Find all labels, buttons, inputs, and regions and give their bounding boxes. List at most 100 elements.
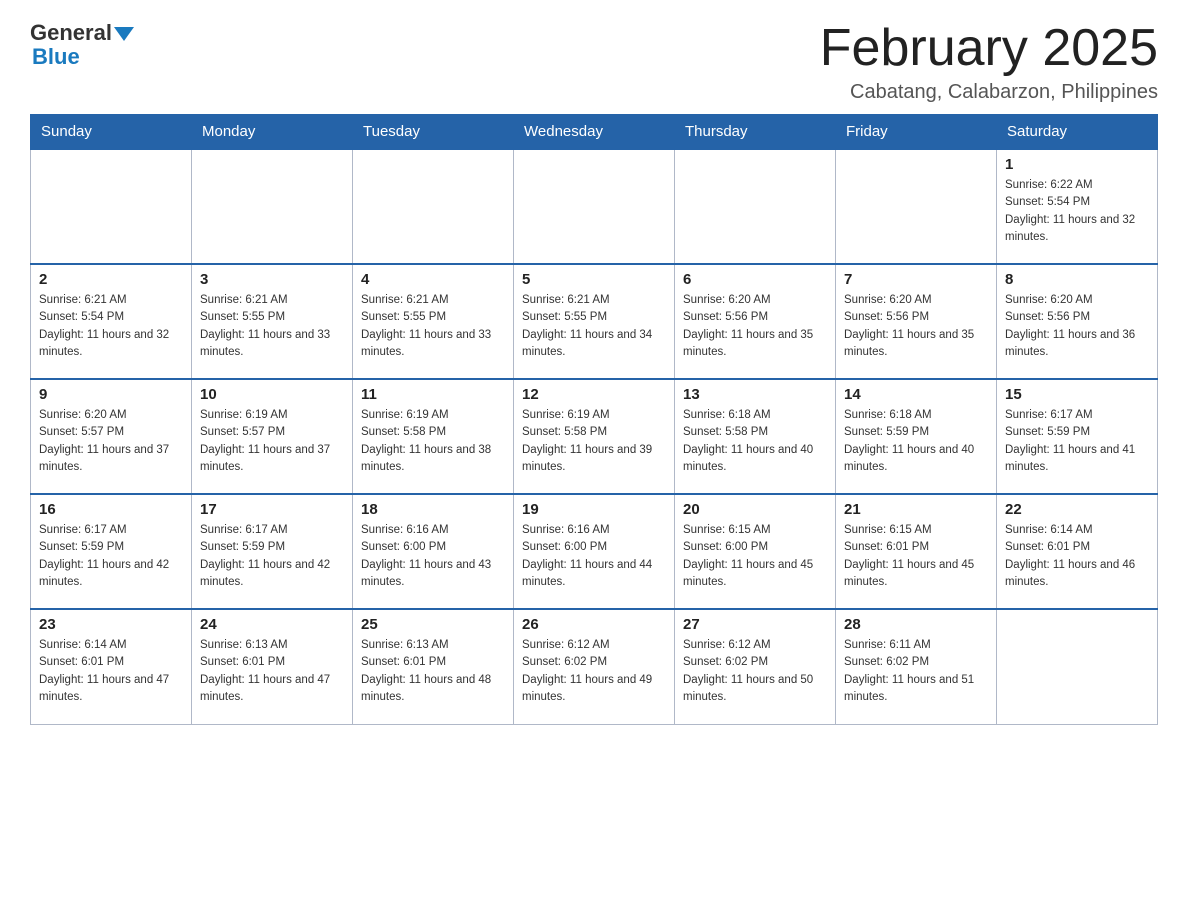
day-info: Sunrise: 6:21 AMSunset: 5:55 PMDaylight:… <box>361 292 505 361</box>
day-number: 25 <box>361 616 505 633</box>
day-number: 11 <box>361 386 505 403</box>
day-info: Sunrise: 6:17 AMSunset: 5:59 PMDaylight:… <box>1005 407 1149 476</box>
logo-text-blue: Blue <box>32 44 134 70</box>
calendar-cell <box>836 149 997 264</box>
day-info: Sunrise: 6:14 AMSunset: 6:01 PMDaylight:… <box>1005 522 1149 591</box>
day-info: Sunrise: 6:15 AMSunset: 6:01 PMDaylight:… <box>844 522 988 591</box>
day-number: 16 <box>39 501 183 518</box>
month-title: February 2025 <box>820 20 1158 77</box>
calendar-cell: 11 Sunrise: 6:19 AMSunset: 5:58 PMDayligh… <box>353 379 514 494</box>
day-info: Sunrise: 6:13 AMSunset: 6:01 PMDaylight:… <box>200 637 344 706</box>
calendar-header-row: Sunday Monday Tuesday Wednesday Thursday… <box>31 115 1158 150</box>
day-number: 9 <box>39 386 183 403</box>
calendar-week-row: 1 Sunrise: 6:22 AMSunset: 5:54 PMDaylight… <box>31 149 1158 264</box>
day-info: Sunrise: 6:11 AMSunset: 6:02 PMDaylight:… <box>844 637 988 706</box>
calendar-cell: 3Sunrise: 6:21 AMSunset: 5:55 PMDaylight… <box>192 264 353 379</box>
day-info: Sunrise: 6:12 AMSunset: 6:02 PMDaylight:… <box>683 637 827 706</box>
day-number: 26 <box>522 616 666 633</box>
day-info: Sunrise: 6:13 AMSunset: 6:01 PMDaylight:… <box>361 637 505 706</box>
day-number: 2 <box>39 271 183 288</box>
calendar-cell: 14 Sunrise: 6:18 AMSunset: 5:59 PMDayligh… <box>836 379 997 494</box>
day-number: 24 <box>200 616 344 633</box>
day-number: 27 <box>683 616 827 633</box>
day-number: 10 <box>200 386 344 403</box>
calendar-cell: 25 Sunrise: 6:13 AMSunset: 6:01 PMDayligh… <box>353 609 514 724</box>
calendar-cell: 7 Sunrise: 6:20 AMSunset: 5:56 PMDaylight… <box>836 264 997 379</box>
day-info: Sunrise: 6:12 AMSunset: 6:02 PMDaylight:… <box>522 637 666 706</box>
calendar-cell: 28 Sunrise: 6:11 AMSunset: 6:02 PMDayligh… <box>836 609 997 724</box>
calendar-week-row: 2 Sunrise: 6:21 AMSunset: 5:54 PMDaylight… <box>31 264 1158 379</box>
day-info: Sunrise: 6:17 AMSunset: 5:59 PMDaylight:… <box>39 522 183 591</box>
day-info: Sunrise: 6:21 AMSunset: 5:55 PMDaylight:… <box>522 292 666 361</box>
calendar-cell: 5 Sunrise: 6:21 AMSunset: 5:55 PMDaylight… <box>514 264 675 379</box>
day-number: 14 <box>844 386 988 403</box>
day-info: Sunrise: 6:16 AMSunset: 6:00 PMDaylight:… <box>522 522 666 591</box>
calendar-cell: 24 Sunrise: 6:13 AMSunset: 6:01 PMDayligh… <box>192 609 353 724</box>
day-info: Sunrise: 6:20 AMSunset: 5:56 PMDaylight:… <box>1005 292 1149 361</box>
day-number: 1 <box>1005 156 1149 173</box>
calendar-cell <box>997 609 1158 724</box>
page-header: General Blue February 2025 Cabatang, Cal… <box>30 20 1158 104</box>
day-number: 17 <box>200 501 344 518</box>
day-number: 6 <box>683 271 827 288</box>
day-info: Sunrise: 6:16 AMSunset: 6:00 PMDaylight:… <box>361 522 505 591</box>
calendar-week-row: 9 Sunrise: 6:20 AMSunset: 5:57 PMDaylight… <box>31 379 1158 494</box>
day-info: Sunrise: 6:22 AMSunset: 5:54 PMDaylight:… <box>1005 177 1149 246</box>
calendar-cell: 6Sunrise: 6:20 AMSunset: 5:56 PMDaylight… <box>675 264 836 379</box>
day-number: 5 <box>522 271 666 288</box>
day-info: Sunrise: 6:20 AMSunset: 5:56 PMDaylight:… <box>844 292 988 361</box>
col-thursday: Thursday <box>675 115 836 150</box>
day-number: 12 <box>522 386 666 403</box>
calendar-cell: 17 Sunrise: 6:17 AMSunset: 5:59 PMDayligh… <box>192 494 353 609</box>
calendar-cell: 20 Sunrise: 6:15 AMSunset: 6:00 PMDayligh… <box>675 494 836 609</box>
calendar-cell: 18 Sunrise: 6:16 AMSunset: 6:00 PMDayligh… <box>353 494 514 609</box>
col-wednesday: Wednesday <box>514 115 675 150</box>
day-number: 13 <box>683 386 827 403</box>
col-sunday: Sunday <box>31 115 192 150</box>
calendar-cell: 13 Sunrise: 6:18 AMSunset: 5:58 PMDayligh… <box>675 379 836 494</box>
calendar-table: Sunday Monday Tuesday Wednesday Thursday… <box>30 114 1158 725</box>
calendar-cell <box>192 149 353 264</box>
calendar-cell: 2 Sunrise: 6:21 AMSunset: 5:54 PMDaylight… <box>31 264 192 379</box>
calendar-week-row: 23Sunrise: 6:14 AMSunset: 6:01 PMDayligh… <box>31 609 1158 724</box>
day-info: Sunrise: 6:17 AMSunset: 5:59 PMDaylight:… <box>200 522 344 591</box>
calendar-cell: 16 Sunrise: 6:17 AMSunset: 5:59 PMDayligh… <box>31 494 192 609</box>
calendar-cell: 10 Sunrise: 6:19 AMSunset: 5:57 PMDayligh… <box>192 379 353 494</box>
day-number: 3 <box>200 271 344 288</box>
calendar-cell: 21 Sunrise: 6:15 AMSunset: 6:01 PMDayligh… <box>836 494 997 609</box>
col-monday: Monday <box>192 115 353 150</box>
day-number: 4 <box>361 271 505 288</box>
day-number: 22 <box>1005 501 1149 518</box>
calendar-cell: 22 Sunrise: 6:14 AMSunset: 6:01 PMDayligh… <box>997 494 1158 609</box>
calendar-cell <box>514 149 675 264</box>
day-number: 7 <box>844 271 988 288</box>
calendar-cell: 4 Sunrise: 6:21 AMSunset: 5:55 PMDaylight… <box>353 264 514 379</box>
calendar-cell: 1 Sunrise: 6:22 AMSunset: 5:54 PMDaylight… <box>997 149 1158 264</box>
location-subtitle: Cabatang, Calabarzon, Philippines <box>820 81 1158 104</box>
day-info: Sunrise: 6:21 AMSunset: 5:54 PMDaylight:… <box>39 292 183 361</box>
day-number: 28 <box>844 616 988 633</box>
day-info: Sunrise: 6:19 AMSunset: 5:57 PMDaylight:… <box>200 407 344 476</box>
day-number: 20 <box>683 501 827 518</box>
calendar-cell <box>31 149 192 264</box>
day-number: 18 <box>361 501 505 518</box>
day-number: 21 <box>844 501 988 518</box>
col-friday: Friday <box>836 115 997 150</box>
day-number: 8 <box>1005 271 1149 288</box>
calendar-cell: 19Sunrise: 6:16 AMSunset: 6:00 PMDayligh… <box>514 494 675 609</box>
day-info: Sunrise: 6:19 AMSunset: 5:58 PMDaylight:… <box>522 407 666 476</box>
day-number: 15 <box>1005 386 1149 403</box>
day-info: Sunrise: 6:15 AMSunset: 6:00 PMDaylight:… <box>683 522 827 591</box>
day-info: Sunrise: 6:20 AMSunset: 5:57 PMDaylight:… <box>39 407 183 476</box>
day-info: Sunrise: 6:19 AMSunset: 5:58 PMDaylight:… <box>361 407 505 476</box>
logo: General Blue <box>30 20 134 70</box>
calendar-week-row: 16 Sunrise: 6:17 AMSunset: 5:59 PMDayligh… <box>31 494 1158 609</box>
day-info: Sunrise: 6:18 AMSunset: 5:58 PMDaylight:… <box>683 407 827 476</box>
day-info: Sunrise: 6:18 AMSunset: 5:59 PMDaylight:… <box>844 407 988 476</box>
calendar-cell: 9 Sunrise: 6:20 AMSunset: 5:57 PMDaylight… <box>31 379 192 494</box>
calendar-cell: 27 Sunrise: 6:12 AMSunset: 6:02 PMDayligh… <box>675 609 836 724</box>
calendar-cell: 8 Sunrise: 6:20 AMSunset: 5:56 PMDaylight… <box>997 264 1158 379</box>
calendar-cell: 15 Sunrise: 6:17 AMSunset: 5:59 PMDayligh… <box>997 379 1158 494</box>
logo-text-general: General <box>30 20 112 45</box>
calendar-cell: 12 Sunrise: 6:19 AMSunset: 5:58 PMDayligh… <box>514 379 675 494</box>
